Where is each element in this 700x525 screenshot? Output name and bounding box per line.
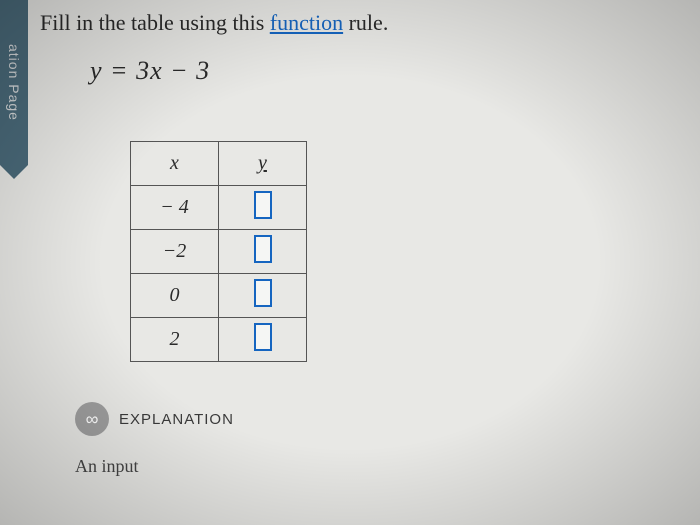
y-input-cell [219, 230, 307, 274]
y-input-cell [219, 318, 307, 362]
main-content: Fill in the table using this function ru… [40, 10, 690, 477]
infinity-icon: ∞ [75, 402, 109, 436]
explanation-label: EXPLANATION [119, 411, 234, 428]
table-row: 0 [131, 274, 307, 318]
table-row: −2 [131, 230, 307, 274]
answer-input-box[interactable] [254, 235, 272, 263]
side-navigation-tab[interactable]: ation Page [0, 0, 28, 165]
x-value: 0 [131, 274, 219, 318]
answer-input-box[interactable] [254, 279, 272, 307]
table-header-y: y [219, 142, 307, 186]
function-rule-equation: y = 3x − 3 [90, 56, 690, 86]
function-table: x y − 4 −2 0 2 [130, 141, 690, 362]
instruction-prefix: Fill in the table using this [40, 10, 270, 35]
explanation-section[interactable]: ∞ EXPLANATION [75, 402, 690, 436]
function-link[interactable]: function [270, 10, 343, 35]
instruction-suffix: rule. [343, 10, 388, 35]
y-input-cell [219, 186, 307, 230]
table-header-x: x [131, 142, 219, 186]
x-value: −2 [131, 230, 219, 274]
table-row: − 4 [131, 186, 307, 230]
y-input-cell [219, 274, 307, 318]
x-value: 2 [131, 318, 219, 362]
footer-partial-text: An input [75, 456, 690, 477]
side-tab-label: ation Page [6, 44, 22, 121]
answer-input-box[interactable] [254, 323, 272, 351]
table-row: 2 [131, 318, 307, 362]
answer-input-box[interactable] [254, 191, 272, 219]
instruction-text: Fill in the table using this function ru… [40, 10, 690, 36]
x-value: − 4 [131, 186, 219, 230]
